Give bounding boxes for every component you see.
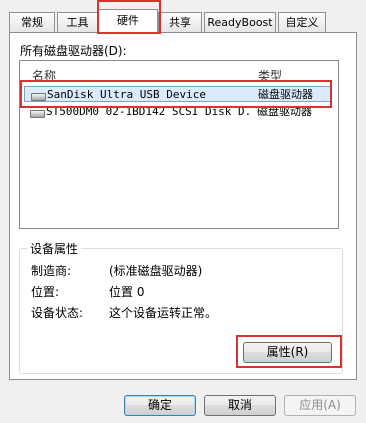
apply-button: 应用(A) — [284, 395, 356, 416]
manufacturer-label: 制造商: — [31, 264, 72, 278]
tab-sharing[interactable]: 共享 — [158, 12, 202, 32]
tab-tools[interactable]: 工具 — [57, 12, 98, 32]
device-status-value: 这个设备运转正常。 — [109, 306, 218, 320]
tab-general[interactable]: 常规 — [9, 12, 55, 32]
ok-button[interactable]: 确定 — [124, 395, 196, 416]
disk-drive-icon — [31, 93, 46, 101]
location-value: 位置 0 — [109, 285, 145, 299]
disk-drive-icon — [30, 110, 45, 118]
properties-button[interactable]: 属性(R) — [243, 342, 332, 363]
manufacturer-value: (标准磁盘驱动器) — [109, 264, 203, 278]
tab-readyboost[interactable]: ReadyBoost — [204, 12, 276, 32]
list-item[interactable]: SanDisk Ultra USB Device 磁盘驱动器 — [24, 86, 332, 102]
tab-customize[interactable]: 自定义 — [278, 12, 326, 32]
device-status-label: 设备状态: — [31, 306, 84, 320]
all-disk-drives-label: 所有磁盘驱动器(D): — [20, 44, 127, 58]
column-header-type[interactable]: 类型 — [258, 67, 282, 84]
cancel-button[interactable]: 取消 — [204, 395, 276, 416]
device-type: 磁盘驱动器 — [258, 88, 313, 101]
location-label: 位置: — [31, 285, 60, 299]
device-properties-title: 设备属性 — [27, 240, 82, 257]
device-name: ST500DM0 02-1BD142 SCSI Disk D... — [46, 105, 251, 118]
device-type: 磁盘驱动器 — [257, 105, 312, 118]
device-name: SanDisk Ultra USB Device — [47, 88, 206, 101]
list-item[interactable]: ST500DM0 02-1BD142 SCSI Disk D... 磁盘驱动器 — [24, 104, 332, 120]
tab-hardware[interactable]: 硬件 — [98, 9, 158, 33]
column-header-name[interactable]: 名称 — [32, 67, 56, 84]
disk-drive-list[interactable]: 名称 类型 SanDisk Ultra USB Device 磁盘驱动器 ST5… — [19, 60, 339, 229]
